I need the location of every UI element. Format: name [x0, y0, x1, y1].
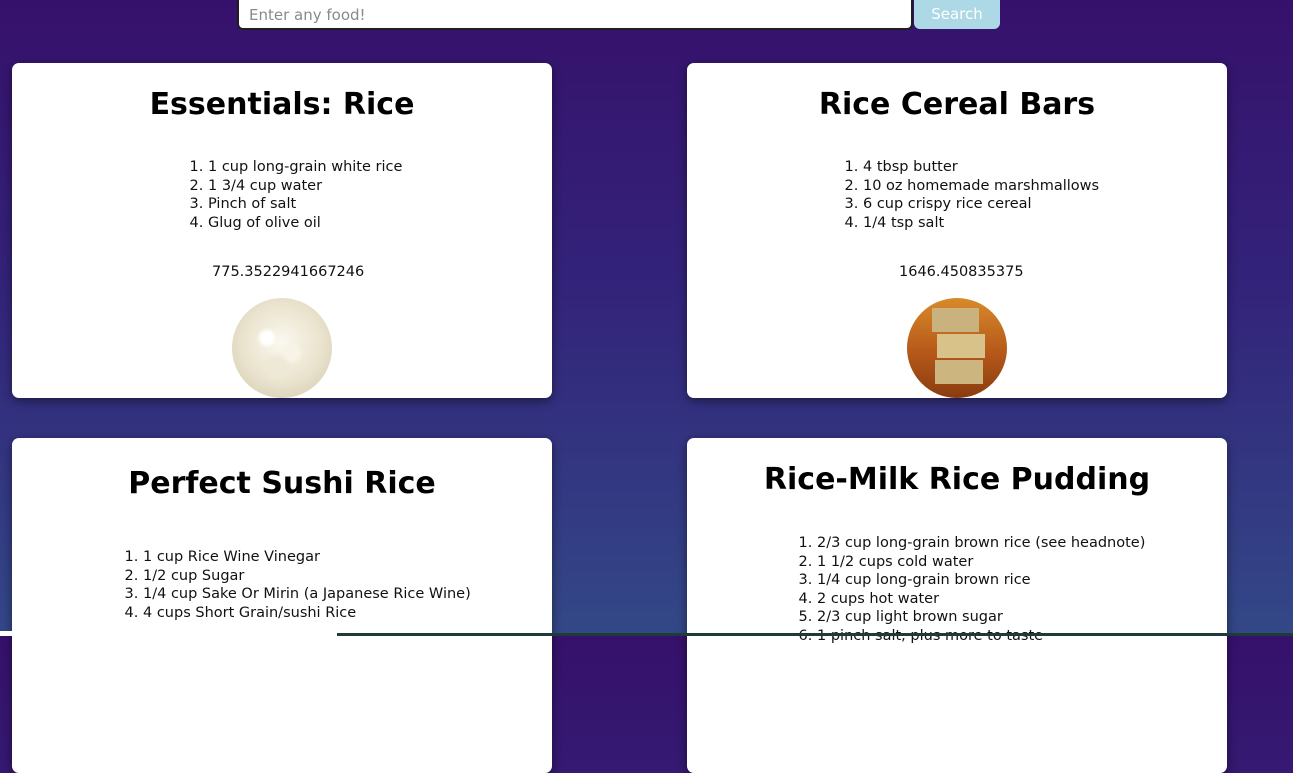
recipe-title: Essentials: Rice: [149, 87, 415, 122]
ingredient-item: 2/3 cup long-grain brown rice (see headn…: [817, 534, 1145, 553]
recipe-title: Perfect Sushi Rice: [128, 466, 436, 501]
recipe-card: Rice-Milk Rice Pudding 2/3 cup long-grai…: [687, 438, 1227, 773]
ingredient-list: 1 cup Rice Wine Vinegar 1/2 cup Sugar 1/…: [123, 548, 471, 622]
recipe-card: Essentials: Rice 1 cup long-grain white …: [12, 63, 552, 398]
recipe-card: Rice Cereal Bars 4 tbsp butter 10 oz hom…: [687, 63, 1227, 398]
recipe-title: Rice-Milk Rice Pudding: [763, 462, 1151, 497]
ingredient-item: 1 3/4 cup water: [208, 177, 402, 196]
ingredient-item: 6 cup crispy rice cereal: [863, 195, 1099, 214]
recipe-title: Rice Cereal Bars: [818, 87, 1096, 122]
ingredient-list: 1 cup long-grain white rice 1 3/4 cup wa…: [188, 158, 402, 232]
ingredient-item: 1/4 cup Sake Or Mirin (a Japanese Rice W…: [143, 585, 471, 604]
recipe-image: [232, 298, 332, 398]
ingredient-item: 4 tbsp butter: [863, 158, 1099, 177]
ingredient-item: 1 cup Rice Wine Vinegar: [143, 548, 471, 567]
ingredient-item: Pinch of salt: [208, 195, 402, 214]
ingredient-item: 10 oz homemade marshmallows: [863, 177, 1099, 196]
recipe-calories: 1646.450835375: [899, 264, 1024, 280]
search-input[interactable]: [237, 0, 913, 30]
ingredient-item: 4 cups Short Grain/sushi Rice: [143, 604, 471, 623]
ingredient-list: 2/3 cup long-grain brown rice (see headn…: [797, 534, 1145, 645]
ingredient-item: Glug of olive oil: [208, 214, 402, 233]
ingredient-item: 1/2 cup Sugar: [143, 567, 471, 586]
recipe-image: [907, 298, 1007, 398]
recipe-calories: 775.3522941667246: [212, 264, 365, 280]
ingredient-list: 4 tbsp butter 10 oz homemade marshmallow…: [843, 158, 1099, 232]
search-button[interactable]: Search: [914, 0, 1000, 29]
ingredient-item: 1 1/2 cups cold water: [817, 553, 1145, 572]
ingredient-item: 1/4 cup long-grain brown rice: [817, 571, 1145, 590]
horizontal-scrollbar[interactable]: [0, 631, 337, 636]
ingredient-item: 1/4 tsp salt: [863, 214, 1099, 233]
ingredient-item: 2 cups hot water: [817, 590, 1145, 609]
ingredient-item: 2/3 cup light brown sugar: [817, 608, 1145, 627]
ingredient-item: 1 cup long-grain white rice: [208, 158, 402, 177]
recipe-card: Perfect Sushi Rice 1 cup Rice Wine Vineg…: [12, 438, 552, 773]
